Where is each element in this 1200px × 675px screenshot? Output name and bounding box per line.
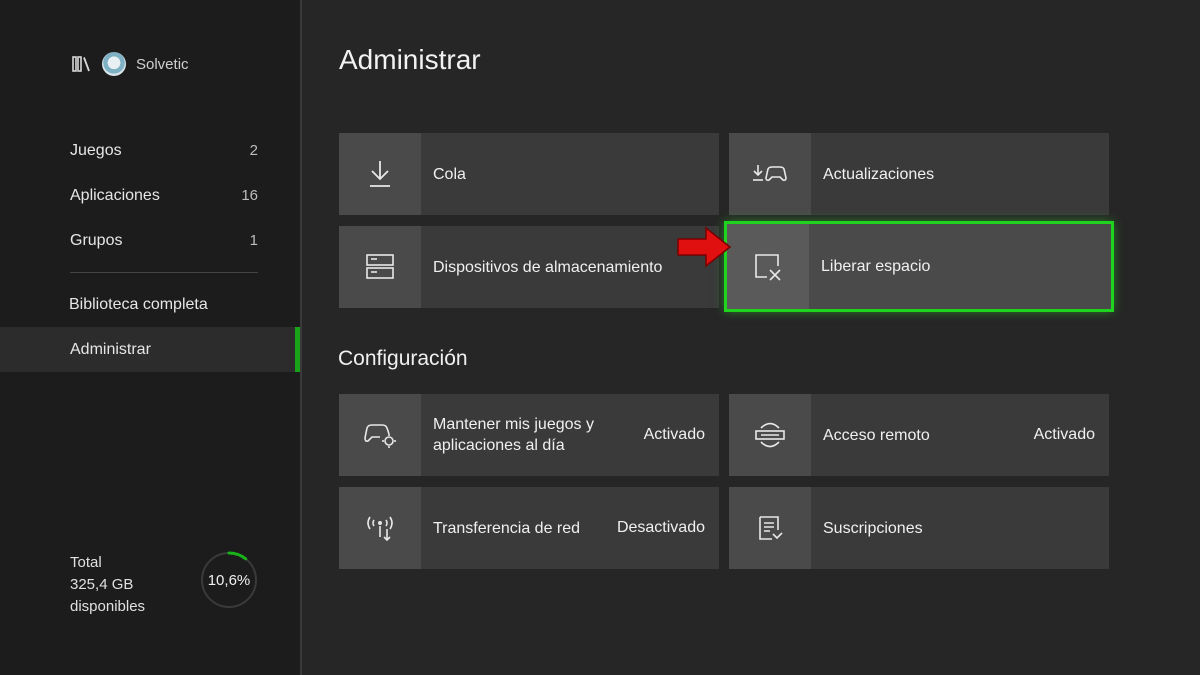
storage-total-label: Total	[70, 554, 102, 571]
tile-label: Transferencia de red	[433, 519, 581, 537]
tile-liberar-espacio[interactable]: Liberar espacio	[724, 221, 1114, 312]
sidebar-item-label: Aplicaciones	[70, 186, 160, 204]
sidebar-item-grupos[interactable]: Grupos 1	[0, 218, 300, 263]
sidebar-item-label: Grupos	[70, 231, 123, 249]
storage-percent: 10,6%	[207, 571, 251, 589]
subscriptions-icon	[729, 487, 811, 569]
tile-cola[interactable]: Cola	[339, 133, 719, 215]
tile-mantener-juegos[interactable]: Mantener mis juegos y aplicaciones al dí…	[339, 394, 719, 476]
library-icon	[72, 54, 94, 74]
sidebar-divider	[70, 272, 258, 273]
tile-label: Mantener mis juegos y aplicaciones al dí…	[433, 416, 594, 454]
tile-status: Activado	[1033, 426, 1095, 443]
tile-label: Cola	[433, 165, 466, 183]
tile-label: Liberar espacio	[821, 258, 931, 275]
update-controller-icon	[729, 133, 811, 215]
storage-device-icon	[339, 226, 421, 308]
network-transfer-icon	[339, 487, 421, 569]
sidebar-item-biblioteca[interactable]: Biblioteca completa	[0, 282, 300, 327]
tile-label: Acceso remoto	[823, 426, 930, 444]
profile-header[interactable]: Solvetic	[72, 52, 189, 76]
tile-acceso-remoto[interactable]: Acceso remoto Activado	[729, 394, 1109, 476]
storage-amount: 325,4 GB	[70, 576, 134, 593]
sidebar-nav: Juegos 2 Aplicaciones 16 Grupos 1 Biblio…	[0, 128, 300, 372]
sidebar-item-aplicaciones[interactable]: Aplicaciones 16	[0, 173, 300, 218]
storage-summary: Total 325,4 GB disponibles	[70, 552, 145, 618]
tile-transferencia-red[interactable]: Transferencia de red Desactivado	[339, 487, 719, 569]
sidebar: Solvetic Juegos 2 Aplicaciones 16 Grupos…	[0, 0, 302, 675]
tile-label: Actualizaciones	[823, 165, 935, 183]
sidebar-item-label: Juegos	[70, 141, 122, 159]
sidebar-item-administrar[interactable]: Administrar	[0, 327, 300, 372]
sidebar-item-count: 2	[249, 142, 258, 159]
remote-access-icon	[729, 394, 811, 476]
avatar-icon	[102, 52, 126, 76]
download-icon	[339, 133, 421, 215]
tile-status: Desactivado	[616, 519, 705, 536]
red-arrow-icon	[677, 226, 732, 268]
tile-dispositivos[interactable]: Dispositivos de almacenamiento	[339, 226, 719, 308]
tile-suscripciones[interactable]: Suscripciones	[729, 487, 1109, 569]
page-title: Administrar	[339, 44, 481, 75]
tile-label: Suscripciones	[823, 519, 923, 537]
tile-status: Activado	[643, 426, 705, 443]
profile-name: Solvetic	[136, 55, 189, 73]
sidebar-item-label: Biblioteca completa	[69, 295, 208, 313]
storage-available-label: disponibles	[70, 598, 146, 615]
config-section-title: Configuración	[338, 347, 468, 370]
sidebar-item-count: 16	[241, 187, 258, 204]
tile-actualizaciones[interactable]: Actualizaciones	[729, 133, 1109, 215]
controller-gear-icon	[339, 394, 421, 476]
tile-label: Dispositivos de almacenamiento	[433, 258, 663, 276]
free-space-icon	[727, 224, 809, 309]
sidebar-item-juegos[interactable]: Juegos 2	[0, 128, 300, 173]
sidebar-item-label: Administrar	[70, 340, 151, 358]
sidebar-item-count: 1	[249, 232, 258, 249]
